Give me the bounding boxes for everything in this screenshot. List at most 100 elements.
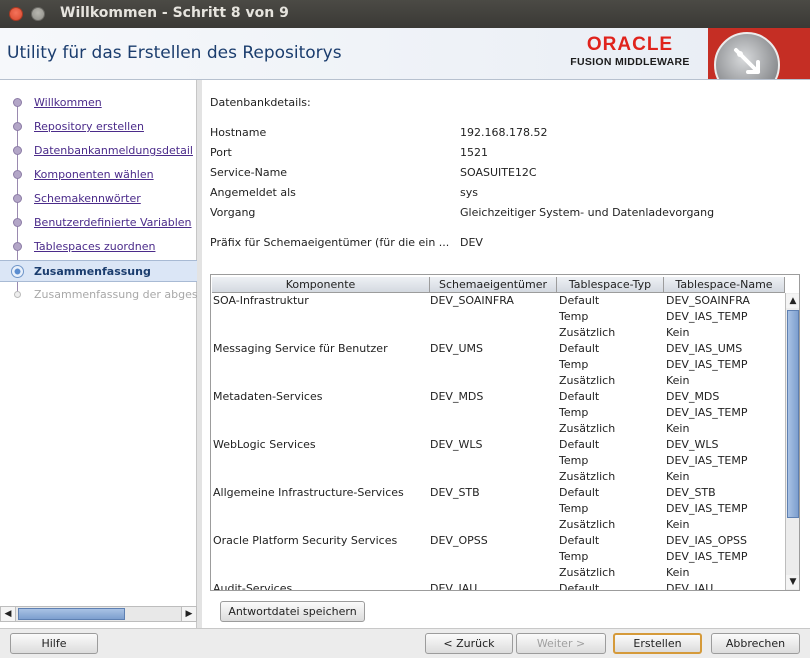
- cell-tablespace-name: DEV_IAS_TEMP: [666, 358, 748, 371]
- minimize-window-button[interactable]: [31, 7, 45, 21]
- nav-step-zusammenfassung[interactable]: Zusammenfassung: [0, 260, 197, 282]
- summary-panel: Datenbankdetails: Hostname 192.168.178.5…: [202, 80, 810, 628]
- cell-tablespace-typ: Zusätzlich: [559, 422, 616, 435]
- close-window-button[interactable]: [9, 7, 23, 21]
- step-done-icon: [13, 122, 22, 131]
- nav-step-datenbankanmeldung[interactable]: Datenbankanmeldungsdetail: [0, 140, 197, 162]
- cell-schemaeigentuemer: DEV_MDS: [430, 390, 484, 403]
- scroll-left-icon[interactable]: ◀: [1, 607, 16, 621]
- nav-step-label: Komponenten wählen: [34, 168, 154, 181]
- nav-step-schemakennwoerter[interactable]: Schemakennwörter: [0, 188, 197, 210]
- cell-komponente: Metadaten-Services: [213, 390, 323, 403]
- cell-tablespace-name: Kein: [666, 374, 690, 387]
- step-done-icon: [13, 146, 22, 155]
- nav-step-label: Schemakennwörter: [34, 192, 141, 205]
- detail-key: Port: [210, 146, 232, 159]
- column-header-schemaeigentuemer[interactable]: Schemaeigentümer: [430, 277, 557, 293]
- detail-key: Angemeldet als: [210, 186, 296, 199]
- cell-schemaeigentuemer: DEV_UMS: [430, 342, 483, 355]
- cell-tablespace-typ: Temp: [559, 406, 589, 419]
- cell-tablespace-typ: Temp: [559, 310, 589, 323]
- scroll-down-icon[interactable]: ▼: [786, 575, 799, 589]
- table-vertical-scrollbar[interactable]: ▲ ▼: [785, 293, 799, 590]
- nav-step-label: Repository erstellen: [34, 120, 144, 133]
- step-done-icon: [13, 218, 22, 227]
- cell-tablespace-name: DEV_STB: [666, 486, 716, 499]
- step-current-icon: [11, 265, 24, 278]
- cell-tablespace-name: DEV_IAS_TEMP: [666, 502, 748, 515]
- cell-tablespace-typ: Default: [559, 342, 600, 355]
- cell-tablespace-typ: Zusätzlich: [559, 518, 616, 531]
- nav-step-label: Willkommen: [34, 96, 102, 109]
- cell-tablespace-typ: Default: [559, 486, 600, 499]
- scrollbar-thumb[interactable]: [787, 310, 799, 518]
- cell-tablespace-typ: Temp: [559, 502, 589, 515]
- cell-tablespace-typ: Temp: [559, 358, 589, 371]
- nav-step-variablen[interactable]: Benutzerdefinierte Variablen: [0, 212, 197, 234]
- cell-tablespace-name: Kein: [666, 470, 690, 483]
- nav-horizontal-scrollbar[interactable]: ◀ ▶: [0, 606, 197, 622]
- cell-tablespace-typ: Temp: [559, 454, 589, 467]
- cell-tablespace-name: Kein: [666, 518, 690, 531]
- detail-value: sys: [460, 186, 478, 199]
- cell-tablespace-typ: Temp: [559, 550, 589, 563]
- app-header: Utility für das Erstellen des Repository…: [0, 28, 810, 80]
- cell-tablespace-typ: Zusätzlich: [559, 374, 616, 387]
- next-button: Weiter >: [516, 633, 606, 654]
- cell-tablespace-name: Kein: [666, 422, 690, 435]
- cell-tablespace-typ: Default: [559, 294, 600, 307]
- scrollbar-thumb[interactable]: [18, 608, 125, 620]
- scroll-right-icon[interactable]: ▶: [181, 607, 196, 621]
- cell-tablespace-name: DEV_IAS_OPSS: [666, 534, 747, 547]
- section-title: Datenbankdetails:: [210, 96, 311, 109]
- cell-komponente: Allgemeine Infrastructure-Services: [213, 486, 404, 499]
- scroll-up-icon[interactable]: ▲: [786, 294, 799, 308]
- nav-step-komponenten[interactable]: Komponenten wählen: [0, 164, 197, 186]
- cell-tablespace-name: DEV_SOAINFRA: [666, 294, 750, 307]
- save-response-file-button[interactable]: Antwortdatei speichern: [220, 601, 365, 622]
- detail-key: Service-Name: [210, 166, 288, 179]
- nav-step-tablespaces[interactable]: Tablespaces zuordnen: [0, 236, 197, 258]
- cell-tablespace-typ: Zusätzlich: [559, 326, 616, 339]
- cell-schemaeigentuemer: DEV_IAU: [430, 582, 478, 591]
- nav-step-label: Zusammenfassung der abgeschl: [34, 288, 214, 301]
- product-graphic: [708, 28, 810, 79]
- prefix-label: Präfix für Schemaeigentümer (für die ein…: [210, 236, 450, 249]
- cell-komponente: Audit-Services: [213, 582, 293, 591]
- column-header-komponente[interactable]: Komponente: [212, 277, 430, 293]
- column-header-tablespace-name[interactable]: Tablespace-Name: [664, 277, 785, 293]
- cell-schemaeigentuemer: DEV_OPSS: [430, 534, 488, 547]
- step-pending-icon: [14, 291, 21, 298]
- cell-komponente: SOA-Infrastruktur: [213, 294, 309, 307]
- cell-komponente: WebLogic Services: [213, 438, 316, 451]
- tablespace-table[interactable]: Komponente Schemaeigentümer Tablespace-T…: [210, 274, 800, 591]
- nav-step-abschluss: Zusammenfassung der abgeschl: [0, 284, 214, 306]
- nav-step-label: Benutzerdefinierte Variablen: [34, 216, 192, 229]
- cancel-button[interactable]: Abbrechen: [711, 633, 800, 654]
- nav-step-repository-erstellen[interactable]: Repository erstellen: [0, 116, 197, 138]
- cell-schemaeigentuemer: DEV_STB: [430, 486, 480, 499]
- detail-key: Vorgang: [210, 206, 256, 219]
- nav-step-label: Tablespaces zuordnen: [34, 240, 156, 253]
- detail-value: 1521: [460, 146, 488, 159]
- cell-komponente: Messaging Service für Benutzer: [213, 342, 388, 355]
- cell-tablespace-name: Kein: [666, 566, 690, 579]
- cell-tablespace-typ: Default: [559, 534, 600, 547]
- cell-tablespace-typ: Default: [559, 438, 600, 451]
- cell-tablespace-name: DEV_IAS_TEMP: [666, 454, 748, 467]
- column-header-tablespace-typ[interactable]: Tablespace-Typ: [557, 277, 664, 293]
- back-button[interactable]: < Zurück: [425, 633, 513, 654]
- cell-tablespace-typ: Zusätzlich: [559, 470, 616, 483]
- prefix-value: DEV: [460, 236, 483, 249]
- nav-step-label: Zusammenfassung: [34, 265, 151, 278]
- cell-komponente: Oracle Platform Security Services: [213, 534, 398, 547]
- step-done-icon: [13, 194, 22, 203]
- cell-tablespace-typ: Default: [559, 390, 600, 403]
- cell-tablespace-typ: Zusätzlich: [559, 566, 616, 579]
- nav-step-willkommen[interactable]: Willkommen: [0, 92, 197, 114]
- cell-tablespace-name: DEV_MDS: [666, 390, 720, 403]
- nav-step-label: Datenbankanmeldungsdetail: [34, 144, 193, 157]
- help-button[interactable]: Hilfe: [10, 633, 98, 654]
- window-titlebar: Willkommen - Schritt 8 von 9: [0, 0, 810, 28]
- create-button[interactable]: Erstellen: [613, 633, 702, 654]
